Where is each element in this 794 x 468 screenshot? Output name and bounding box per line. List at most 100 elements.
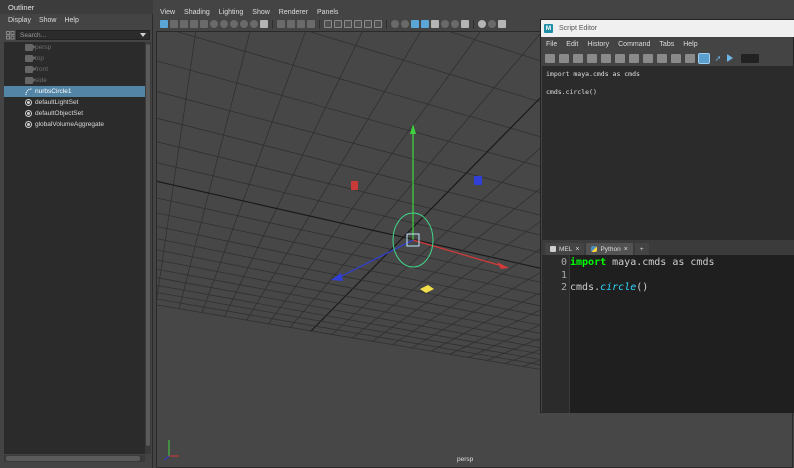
scrollbar-thumb[interactable] [146, 44, 150, 446]
film-gate-icon[interactable] [240, 20, 248, 28]
script-editor-titlebar[interactable]: M Script Editor [541, 20, 794, 37]
set-icon [25, 99, 32, 106]
viewport-menu-shading[interactable]: Shading [184, 9, 210, 16]
red-plane-handle [351, 181, 358, 190]
se-menu-file[interactable]: File [546, 41, 557, 48]
line-numbers-icon[interactable] [698, 52, 710, 64]
tab-label: Python [600, 245, 621, 253]
xray-icon[interactable] [441, 20, 449, 28]
outliner-search-input[interactable]: Search... [16, 30, 150, 40]
save-script-icon[interactable] [573, 53, 583, 63]
gamma-icon[interactable] [488, 20, 496, 28]
grease-pencil-icon[interactable] [220, 20, 228, 28]
toolbar-divider [473, 19, 474, 29]
script-history-pane[interactable]: import maya.cmds as cmds cmds.circle() [542, 66, 794, 258]
outliner-menu-show[interactable]: Show [39, 17, 57, 28]
script-search-field[interactable] [741, 53, 759, 63]
resolution-gate-icon[interactable] [250, 20, 258, 28]
clear-input-icon[interactable] [615, 53, 625, 63]
echo-all-icon[interactable] [685, 53, 695, 63]
code-line: cmds.circle() [570, 282, 794, 295]
screen-space-ao-icon[interactable] [391, 20, 399, 28]
outliner-item-globalvolumeaggregate[interactable]: globalVolumeAggregate [4, 119, 145, 130]
smooth-shade-icon[interactable] [334, 20, 342, 28]
open-script-icon[interactable] [545, 53, 555, 63]
clear-history-icon[interactable] [601, 53, 611, 63]
motion-blur-icon[interactable] [401, 20, 409, 28]
gate-mask-icon[interactable] [277, 20, 285, 28]
outliner-item-side[interactable]: side [4, 75, 145, 86]
outliner-vertical-scrollbar[interactable] [145, 42, 151, 454]
outliner-item-nurbscircle1[interactable]: nurbsCircle1 [4, 86, 145, 97]
source-script-icon[interactable] [559, 53, 569, 63]
show-history-icon[interactable] [643, 53, 653, 63]
outliner-item-defaultobjectset[interactable]: defaultObjectSet [4, 108, 145, 119]
multisample-aa-icon[interactable] [411, 20, 419, 28]
exposure-icon[interactable] [478, 20, 486, 28]
viewport-menu-show[interactable]: Show [252, 9, 270, 16]
xray-joints-icon[interactable] [451, 20, 459, 28]
code-function: circle [600, 282, 637, 293]
use-all-lights-icon[interactable] [364, 20, 372, 28]
outliner-item-persp[interactable]: persp [4, 42, 145, 53]
outliner-menu-display[interactable]: Display [8, 17, 31, 28]
outliner-panel: Outliner Display Show Help Search... per… [0, 0, 153, 468]
search-dropdown-icon[interactable] [140, 33, 146, 37]
camera-attributes-icon[interactable] [180, 20, 188, 28]
code-editor[interactable]: import maya.cmds as cmds cmds.circle() [569, 255, 794, 413]
execute-all-icon[interactable] [727, 54, 733, 62]
outliner-item-front[interactable]: front [4, 64, 145, 75]
safe-action-icon[interactable] [297, 20, 305, 28]
tab-mel[interactable]: MEL × [545, 243, 585, 255]
save-to-shelf-icon[interactable] [587, 53, 597, 63]
field-chart-icon[interactable] [287, 20, 295, 28]
execute-selected-icon[interactable]: ➚ [713, 54, 723, 63]
toolbar-divider [272, 19, 273, 29]
outliner-item-defaultlightset[interactable]: defaultLightSet [4, 97, 145, 108]
image-plane-icon[interactable] [200, 20, 208, 28]
depth-of-field-icon[interactable] [421, 20, 429, 28]
viewport-menu-lighting[interactable]: Lighting [219, 9, 244, 16]
search-options-icon[interactable] [4, 29, 16, 41]
add-tab-button[interactable]: + [634, 243, 649, 255]
isolate-select-icon[interactable] [431, 20, 439, 28]
tab-python[interactable]: Python × [586, 243, 633, 255]
script-input-pane[interactable]: 0 1 2 import maya.cmds as cmds cmds.circ… [542, 255, 794, 413]
viewport-menu-panels[interactable]: Panels [317, 9, 338, 16]
wireframe-on-shaded-icon[interactable] [344, 20, 352, 28]
viewport-menu-view[interactable]: View [160, 9, 175, 16]
outliner-horizontal-scrollbar[interactable] [4, 455, 145, 462]
2d-pan-zoom-icon[interactable] [210, 20, 218, 28]
se-menu-edit[interactable]: Edit [566, 41, 578, 48]
select-camera-icon[interactable] [160, 20, 168, 28]
se-menu-help[interactable]: Help [683, 41, 697, 48]
clear-all-icon[interactable] [629, 53, 639, 63]
camera-name-label: persp [457, 456, 474, 463]
camera-snapshot-icon[interactable] [260, 20, 268, 28]
script-editor-title: Script Editor [559, 25, 598, 32]
show-both-icon[interactable] [671, 53, 681, 63]
viewport-menu-renderer[interactable]: Renderer [279, 9, 308, 16]
color-management-icon[interactable] [498, 20, 506, 28]
outliner-menu-help[interactable]: Help [64, 17, 78, 28]
scrollbar-thumb[interactable] [6, 456, 140, 461]
show-input-icon[interactable] [657, 53, 667, 63]
code-keyword: import [570, 257, 607, 268]
se-menu-tabs[interactable]: Tabs [659, 41, 674, 48]
grid-toggle-icon[interactable] [230, 20, 238, 28]
shadows-icon[interactable] [374, 20, 382, 28]
close-tab-icon[interactable]: × [624, 246, 628, 253]
se-menu-history[interactable]: History [587, 41, 609, 48]
lock-camera-icon[interactable] [170, 20, 178, 28]
outliner-item-top[interactable]: top [4, 53, 145, 64]
textured-icon[interactable] [354, 20, 362, 28]
bookmark-icon[interactable] [190, 20, 198, 28]
se-menu-command[interactable]: Command [618, 41, 650, 48]
toolbar-divider [386, 19, 387, 29]
safe-title-icon[interactable] [307, 20, 315, 28]
outliner-menubar: Display Show Help [0, 14, 153, 28]
xray-components-icon[interactable] [461, 20, 469, 28]
script-editor-menubar: File Edit History Command Tabs Help [541, 38, 794, 50]
close-tab-icon[interactable]: × [575, 246, 579, 253]
wireframe-icon[interactable] [324, 20, 332, 28]
